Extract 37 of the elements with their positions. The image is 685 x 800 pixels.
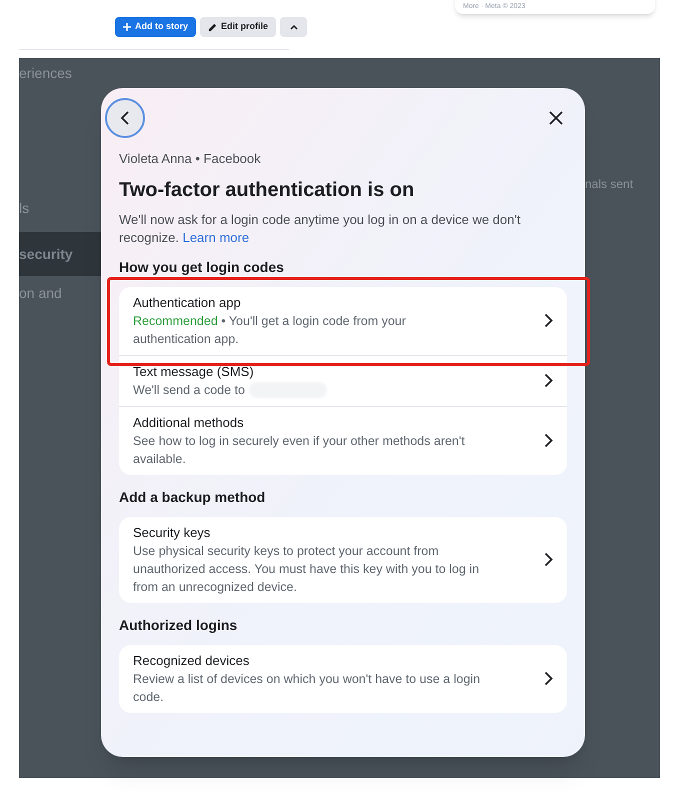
back-button[interactable] xyxy=(105,98,145,138)
chevron-up-icon xyxy=(290,24,298,30)
option-row[interactable]: Text message (SMS) We'll send a code to xyxy=(119,354,567,406)
option-description: Use physical security keys to protect your account from unauthorized access. You must have this key with you to log in from an unrecognized device. xyxy=(133,542,480,596)
section-heading: Authorized logins xyxy=(119,616,238,634)
option-title: Security keys xyxy=(133,524,212,542)
add-story-button[interactable]: Add to story xyxy=(115,17,196,37)
pencil-icon xyxy=(208,22,217,32)
section-heading: How you get login codes xyxy=(119,258,285,276)
dialog-title: Two-factor authentication is on xyxy=(119,178,416,202)
close-icon xyxy=(548,110,564,126)
option-row[interactable]: Security keys Use physical security keys to protect your account from unauthorized access. You must have this key with you to log in from an unrecognized device. xyxy=(119,516,567,602)
option-description: Review a list of devices on which you won't have to use a login code. xyxy=(133,670,482,706)
background-text: nals sent xyxy=(585,176,634,193)
option-title: Text message (SMS) xyxy=(133,362,255,380)
option-description: See how to log in securely even if your other methods aren't available. xyxy=(133,432,466,468)
option-title: Recognized devices xyxy=(133,652,250,670)
option-title: Additional methods xyxy=(133,414,245,432)
chevron-right-icon xyxy=(544,552,553,567)
option-row[interactable]: Authentication app Recommended • You'll get a login code from your authentication app. xyxy=(119,286,567,354)
chevron-right-icon xyxy=(544,433,553,448)
learn-more-link[interactable]: Learn more xyxy=(182,230,250,244)
chevron-right-icon xyxy=(544,671,553,686)
option-row[interactable]: Additional methods See how to log in securely even if your other methods aren't available. xyxy=(119,406,567,474)
edit-profile-button[interactable]: Edit profile xyxy=(200,17,276,37)
section-heading: eriences xyxy=(19,64,72,83)
option-description: We'll send a code to xyxy=(133,382,245,398)
collapse-button[interactable] xyxy=(280,17,307,37)
option-description: Recommended • You'll get a login code from your authentication app. xyxy=(133,312,407,348)
description-text: We'll now ask for a login code anytime you log in on a device we don't recognize. Learn more xyxy=(119,210,522,246)
section-heading: Add a backup method xyxy=(119,488,266,506)
option-title: Authentication app xyxy=(133,294,242,312)
chevron-right-icon xyxy=(544,373,553,388)
option-row[interactable]: Recognized devices Review a list of devices on which you won't have to use a login code. xyxy=(119,644,567,712)
chevron-right-icon xyxy=(544,313,553,328)
account-label: Violeta Anna • Facebook xyxy=(119,150,262,168)
plus-icon xyxy=(123,23,131,31)
